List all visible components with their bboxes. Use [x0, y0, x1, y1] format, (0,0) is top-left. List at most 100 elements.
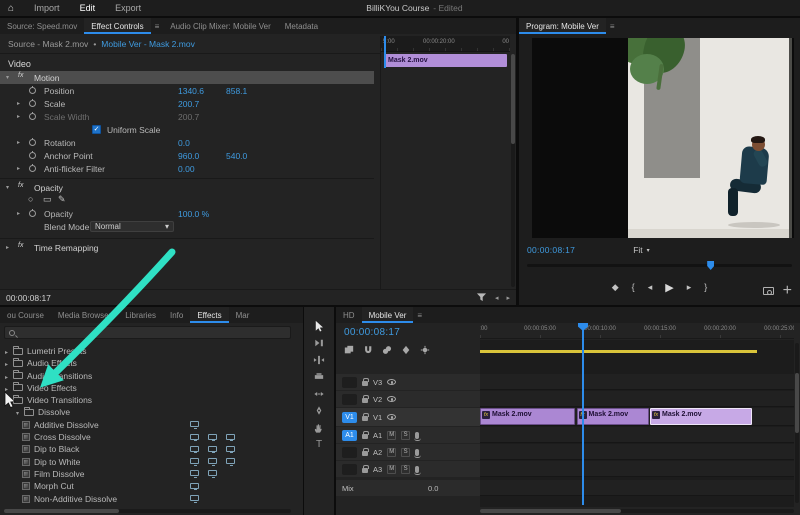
toggle-track-output-eye-icon[interactable]	[387, 414, 397, 420]
slip-tool[interactable]	[304, 385, 334, 402]
fx-toggle-icon[interactable]: fx	[18, 182, 23, 189]
anti-flicker-value[interactable]: 0.00	[178, 164, 195, 174]
keyframe-prev-icon[interactable]: ◂	[495, 294, 499, 302]
selection-tool[interactable]	[304, 317, 334, 334]
track-header-v2[interactable]: V2	[336, 391, 480, 407]
ec-timecode[interactable]: 00:00:08:17	[6, 293, 51, 303]
timeline-playhead[interactable]	[582, 323, 584, 505]
fx-toggle-icon[interactable]: fx	[18, 242, 23, 249]
blend-mode-dropdown[interactable]: Normal ▾	[90, 220, 174, 232]
tab-sequence-hd[interactable]: HD	[336, 307, 362, 323]
toggle-track-output-eye-icon[interactable]	[387, 379, 397, 385]
zoom-level-dropdown[interactable]: Fit ▾	[633, 245, 649, 255]
step-back-icon[interactable]: ◂	[648, 282, 653, 293]
project-horizontal-scrollbar[interactable]	[4, 509, 291, 513]
effect-cross-dissolve[interactable]: Cross Dissolve	[0, 431, 303, 443]
toggle-animation-stopwatch-icon[interactable]	[29, 163, 36, 172]
timeline-vertical-scrollbar[interactable]	[795, 343, 799, 503]
scale-value[interactable]: 200.7	[178, 99, 199, 109]
effects-search-input[interactable]	[4, 326, 291, 339]
voiceover-record-mic-icon[interactable]	[413, 448, 421, 458]
track-header-v3[interactable]: V3	[336, 374, 480, 390]
uniform-scale-checkbox[interactable]: ✓	[92, 124, 101, 134]
effect-non-additive-dissolve[interactable]: Non-Additive Dissolve	[0, 493, 303, 505]
ellipse-mask-icon[interactable]: ○	[28, 194, 33, 204]
timeline-clip[interactable]: fx Mask 2.mov	[480, 408, 575, 425]
effect-row-opacity[interactable]: ▾ fx Opacity ↺	[0, 181, 380, 194]
source-assign-badge[interactable]	[342, 393, 357, 405]
lock-icon[interactable]	[362, 412, 369, 421]
chevron-right-icon[interactable]: ▸	[6, 244, 9, 251]
lock-icon[interactable]	[362, 430, 369, 439]
effect-row-time-remapping[interactable]: ▸ fx Time Remapping	[0, 241, 380, 254]
source-assign-badge[interactable]: V1	[342, 411, 357, 423]
ec-vertical-scrollbar[interactable]	[511, 54, 515, 287]
mute-button[interactable]: M	[387, 430, 397, 440]
lane-a2[interactable]	[480, 444, 794, 460]
bin-lumetri-presets[interactable]: ▸ Lumetri Presets	[0, 345, 303, 357]
chevron-right-icon[interactable]: ▸	[17, 165, 20, 172]
hand-tool[interactable]	[304, 419, 334, 436]
chevron-right-icon[interactable]: ▸	[17, 139, 20, 146]
position-y-value[interactable]: 858.1	[226, 86, 247, 96]
track-header-a2[interactable]: A2 M S	[336, 444, 480, 460]
menu-edit[interactable]: Edit	[70, 3, 106, 13]
solo-button[interactable]: S	[401, 464, 411, 474]
lock-icon[interactable]	[362, 377, 369, 386]
timeline-clip[interactable]: fx Mask 2.mov	[576, 408, 649, 425]
mini-timeline-clip[interactable]: Mask 2.mov	[384, 54, 507, 67]
fx-toggle-icon[interactable]: fx	[18, 72, 23, 79]
timeline-horizontal-scrollbar[interactable]	[480, 509, 794, 513]
toggle-animation-stopwatch-icon[interactable]	[29, 137, 36, 146]
tab-effects[interactable]: Effects	[190, 307, 229, 323]
work-area-bar[interactable]	[480, 350, 757, 353]
chevron-down-icon[interactable]: ▾	[6, 74, 9, 81]
add-marker-icon[interactable]	[401, 345, 411, 355]
mini-timeline-playhead[interactable]	[384, 36, 386, 68]
param-row-position[interactable]: Position 1340.6 858.1 ↺	[0, 84, 380, 97]
add-marker-icon[interactable]: ◆	[612, 282, 619, 293]
effect-film-dissolve[interactable]: Film Dissolve	[0, 468, 303, 480]
effect-row-motion[interactable]: ▾ fx Motion ↺	[0, 71, 380, 84]
mark-out-icon[interactable]: }	[704, 282, 707, 292]
video-preview[interactable]	[532, 38, 794, 238]
mini-timeline-ruler[interactable]: 5:00 00:00:20:00 00	[381, 36, 510, 52]
track-header-mix[interactable]: Mix 0.0	[336, 480, 480, 496]
effect-additive-dissolve[interactable]: Additive Dissolve	[0, 419, 303, 431]
razor-tool[interactable]	[304, 368, 334, 385]
home-icon[interactable]: ⌂	[8, 3, 14, 14]
effect-dip-to-black[interactable]: Dip to Black	[0, 443, 303, 455]
tab-metadata[interactable]: Metadata	[278, 18, 325, 34]
lane-a3[interactable]	[480, 461, 794, 477]
pen-mask-icon[interactable]: ✎	[58, 194, 66, 205]
timeline-ruler[interactable]: 00:00 00:00:05:00 00:00:10:00 00:00:15:0…	[480, 323, 794, 339]
program-scrubber[interactable]	[527, 261, 792, 270]
lane-v2[interactable]	[480, 391, 794, 407]
bin-video-effects[interactable]: ▸ Video Effects	[0, 382, 303, 394]
param-row-scale[interactable]: ▸ Scale 200.7 ↺	[0, 97, 380, 110]
param-row-scale-width[interactable]: ▸ Scale Width 200.7	[0, 110, 380, 123]
rotation-value[interactable]: 0.0	[178, 138, 190, 148]
toggle-animation-stopwatch-icon[interactable]	[29, 208, 36, 217]
ripple-edit-tool[interactable]	[304, 351, 334, 368]
source-assign-badge[interactable]	[342, 376, 357, 388]
solo-button[interactable]: S	[401, 447, 411, 457]
tab-markers[interactable]: Mar	[229, 307, 257, 323]
param-row-opacity[interactable]: ▸ Opacity 100.0 % ↺	[0, 207, 380, 220]
button-editor-icon[interactable]: +	[783, 282, 792, 300]
track-header-v1[interactable]: V1 V1	[336, 408, 480, 426]
anchor-x-value[interactable]: 960.0	[178, 151, 199, 161]
panel-menu-icon[interactable]: ≡	[151, 22, 164, 31]
chevron-down-icon[interactable]: ▾	[6, 184, 9, 191]
lock-icon[interactable]	[362, 394, 369, 403]
snap-magnet-icon[interactable]	[363, 345, 373, 355]
lock-icon[interactable]	[362, 447, 369, 456]
voiceover-record-mic-icon[interactable]	[413, 465, 421, 475]
lane-mix[interactable]	[480, 480, 794, 496]
timeline-timecode[interactable]: 00:00:08:17	[344, 327, 400, 338]
track-header-a1[interactable]: A1 A1 M S	[336, 427, 480, 443]
rect-mask-icon[interactable]: ▭	[43, 194, 52, 205]
panel-menu-icon[interactable]: ≡	[413, 311, 426, 320]
track-select-forward-tool[interactable]	[304, 334, 334, 351]
filter-properties-icon[interactable]	[476, 292, 487, 303]
